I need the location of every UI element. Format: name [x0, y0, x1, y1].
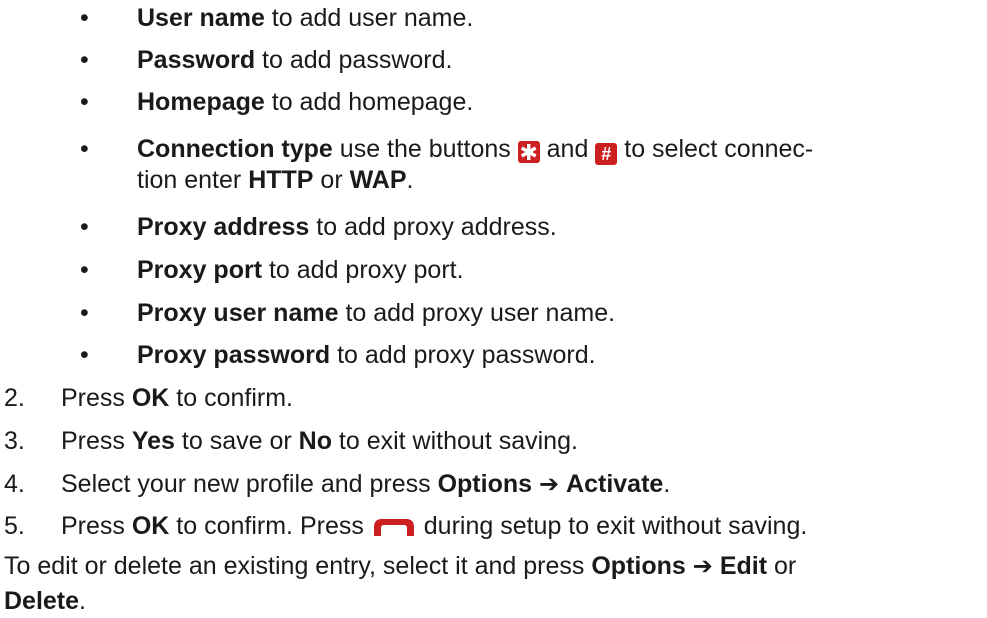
term: Proxy port — [137, 256, 263, 284]
bullet-dot: • — [80, 135, 89, 163]
step-number: 3. — [4, 427, 25, 455]
bullet-dot: • — [80, 299, 89, 327]
yes-label: Yes — [131, 427, 175, 455]
right-arrow-icon: ➔ — [538, 471, 560, 498]
options-label: Options — [591, 552, 686, 580]
end-call-key-icon — [373, 519, 414, 536]
term: Password — [137, 46, 256, 74]
ok-label: OK — [131, 512, 170, 540]
delete-label: Delete — [4, 587, 80, 615]
no-label: No — [298, 427, 332, 455]
option-wap: WAP — [349, 166, 407, 194]
step-number: 5. — [4, 512, 25, 540]
option-http: HTTP — [248, 166, 314, 194]
ok-label: OK — [131, 384, 170, 412]
bullet-dot: • — [80, 4, 89, 32]
term: Connection type — [137, 135, 333, 163]
bullet-dot: • — [80, 341, 89, 369]
bullet-dot: • — [80, 88, 89, 116]
term: Proxy password — [137, 341, 331, 369]
step-number: 2. — [4, 384, 25, 412]
bullet-dot: • — [80, 46, 89, 74]
star-key-icon: ✱ — [517, 140, 540, 165]
step-number: 4. — [4, 470, 25, 498]
footer-paragraph: To edit or delete an existing entry, sel… — [4, 552, 797, 615]
right-arrow-icon: ➔ — [692, 553, 713, 580]
bullet-dot: • — [80, 213, 89, 241]
term: Proxy user name — [137, 299, 339, 327]
activate-label: Activate — [566, 470, 664, 498]
edit-label: Edit — [719, 552, 768, 580]
options-label: Options — [437, 470, 533, 498]
bullet-dot: • — [80, 256, 89, 284]
term: User name — [137, 4, 265, 32]
term: Proxy address — [137, 213, 310, 241]
hash-key-icon: # — [595, 143, 618, 165]
term: Homepage — [137, 88, 265, 116]
